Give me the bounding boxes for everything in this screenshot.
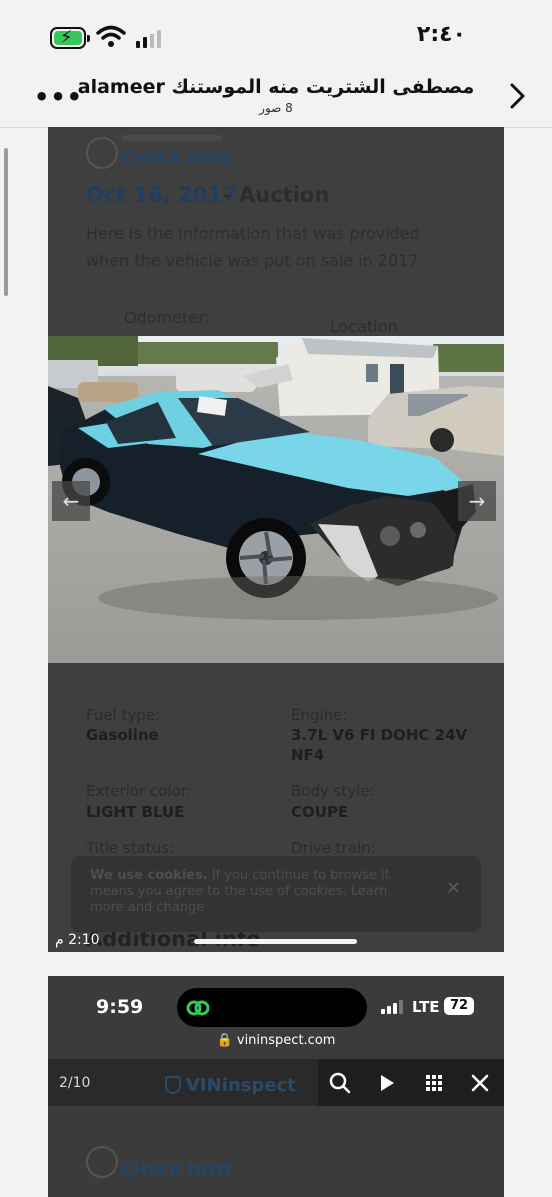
odometer-label: Odometer: (124, 308, 210, 327)
shield-icon (86, 137, 118, 169)
message-timestamp: 2:10 م (55, 932, 100, 948)
shield-icon (86, 1146, 118, 1178)
brand-logo: VINinspect (186, 1075, 296, 1096)
viewer-toolbar: 2/10 VINinspect (48, 1059, 504, 1106)
grid-icon[interactable] (420, 1070, 448, 1096)
header-subtitle: 8 صور (259, 101, 293, 115)
info-line-2: when the vehicle was put on sale in 2017 (86, 251, 419, 270)
play-icon[interactable] (373, 1070, 401, 1096)
dynamic-island (177, 988, 367, 1027)
shared-screenshot-2[interactable]: 9:59 LTE 72 🔒 vininspect.com 2/10 VINins… (48, 976, 504, 1197)
close-icon[interactable]: ✕ (446, 878, 461, 899)
check-now-link[interactable]: CHECK NOW (122, 1160, 232, 1179)
home-indicator (194, 939, 357, 944)
battery-level: 72 (444, 997, 474, 1015)
cellular-signal-icon (381, 1000, 403, 1014)
spec-label: Engine: (291, 706, 348, 724)
battery-charging-icon: ⚡ (50, 27, 90, 49)
photo-prev-button[interactable]: ← (52, 481, 90, 521)
location-label: Location: (330, 317, 404, 336)
url-bar[interactable]: 🔒 vininspect.com (48, 1033, 504, 1048)
spec-value: COUPE (291, 803, 349, 821)
chevron-right-icon[interactable] (504, 81, 530, 111)
faded-label (122, 135, 222, 141)
shared-screenshot-1[interactable]: CHECK NOW Oct 16, 2017 - Auction Here is… (48, 127, 504, 952)
status-bar: ⚡ ٢:٤٠ (0, 0, 552, 75)
cellular-signal-icon (136, 30, 161, 48)
auction-label: - Auction (223, 183, 330, 207)
info-line-1: Here is the information that was provide… (86, 224, 420, 243)
spec-label: Title status: (86, 839, 175, 857)
shield-icon (165, 1076, 181, 1094)
cookie-bold: We use cookies. (90, 868, 208, 883)
scrollbar[interactable] (4, 148, 8, 296)
spec-value: Gasoline (86, 726, 159, 744)
link-icon (186, 1000, 210, 1016)
damaged-car-image (48, 336, 504, 663)
chat-header: ••• مصطفى الشتريت منه الموستنك alameer 8… (0, 75, 552, 128)
spec-value: 3.7L V6 FI DOHC 24V NF4 (291, 726, 468, 764)
status-time: ٢:٤٠ (416, 22, 466, 47)
close-icon[interactable] (466, 1070, 494, 1096)
network-type: LTE (412, 998, 440, 1016)
cookie-text: We use cookies. If you continue to brows… (90, 868, 420, 916)
cookie-banner: We use cookies. If you continue to brows… (71, 856, 481, 932)
spec-label: Body style: (291, 782, 375, 800)
check-now-link[interactable]: CHECK NOW (122, 149, 232, 168)
auction-date: Oct 16, 2017 (86, 183, 237, 207)
header-title: مصطفى الشتريت منه الموستنك alameer (77, 76, 475, 98)
spec-label: Fuel type: (86, 706, 161, 724)
status-time: 9:59 (96, 996, 144, 1018)
search-icon[interactable] (326, 1070, 354, 1096)
vin-report-page: CHECK NOW Oct 16, 2017 - Auction Here is… (48, 127, 504, 952)
image-counter: 2/10 (59, 1075, 91, 1091)
spec-value: LIGHT BLUE (86, 803, 185, 821)
url-text: vininspect.com (236, 1033, 336, 1048)
spec-label: Drive train: (291, 839, 376, 857)
car-photo[interactable] (48, 336, 504, 663)
wifi-icon (96, 25, 126, 47)
spec-label: Exterior color: (86, 782, 192, 800)
photo-next-button[interactable]: → (458, 481, 496, 521)
